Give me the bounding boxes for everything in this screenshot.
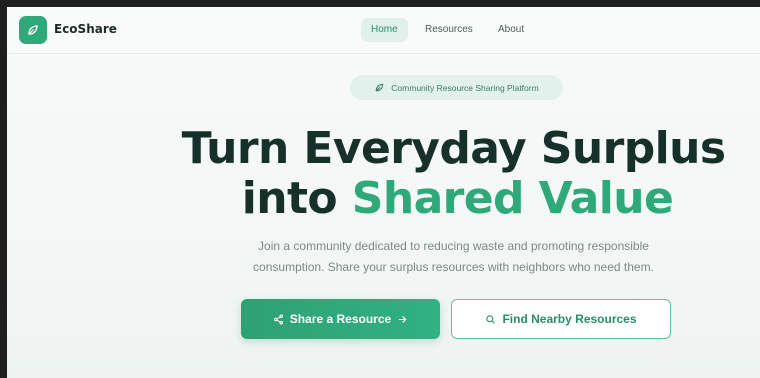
platform-badge-label: Community Resource Sharing Platform	[391, 82, 539, 93]
top-navbar: EcoShare Home Resources About	[7, 7, 760, 54]
hero-subtitle-line-1: Join a community dedicated to reducing w…	[258, 239, 649, 253]
arrow-right-icon	[397, 314, 408, 325]
leaf-icon	[374, 82, 385, 93]
nav-link-home[interactable]: Home	[361, 18, 408, 42]
find-nearby-label: Find Nearby Resources	[502, 312, 637, 326]
search-icon	[485, 314, 496, 325]
leaf-icon	[26, 23, 40, 37]
platform-badge: Community Resource Sharing Platform	[350, 75, 563, 100]
share-icon	[273, 314, 284, 325]
hero-title-line-2: into Shared Value	[7, 173, 760, 224]
logo[interactable]	[19, 16, 47, 44]
find-nearby-button[interactable]: Find Nearby Resources	[451, 299, 671, 339]
share-resource-label: Share a Resource	[289, 312, 392, 326]
share-resource-button[interactable]: Share a Resource	[241, 299, 440, 339]
app-window: EcoShare Home Resources About Community …	[7, 7, 760, 378]
brand-name[interactable]: EcoShare	[54, 22, 117, 36]
hero-subtitle-line-2: consumption. Share your surplus resource…	[253, 260, 654, 274]
hero-title-accent: Shared Value	[351, 173, 674, 224]
nav-link-about[interactable]: About	[488, 18, 534, 42]
hero-title-prefix: into	[241, 173, 352, 224]
hero-title-line-1: Turn Everyday Surplus	[181, 123, 726, 174]
nav-link-resources[interactable]: Resources	[415, 18, 483, 42]
